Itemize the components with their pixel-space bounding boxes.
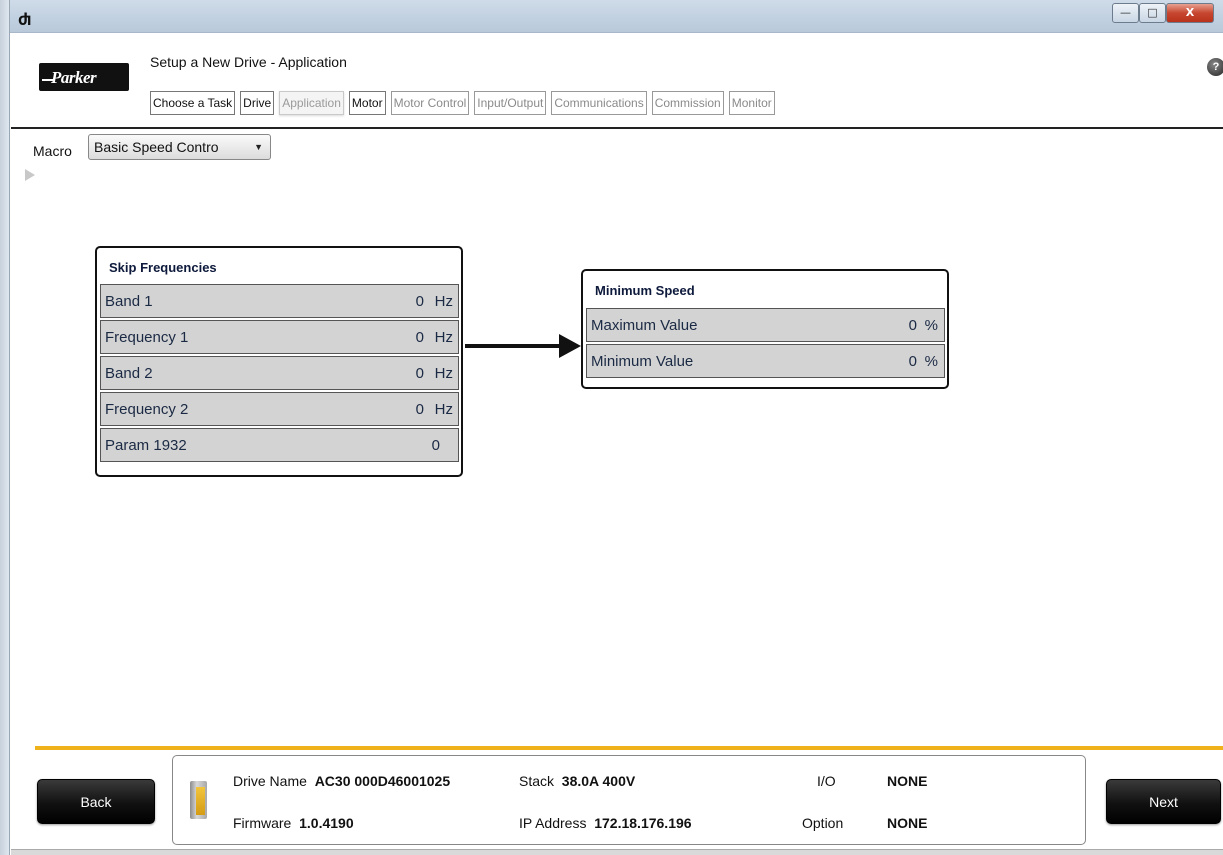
firmware-value: 1.0.4190 — [299, 815, 354, 831]
param-row-maximum-value[interactable]: Maximum Value 0 % — [586, 308, 945, 342]
window-frame-left — [0, 0, 10, 855]
option-value: NONE — [887, 815, 928, 831]
firmware-label: Firmware — [233, 815, 292, 831]
drive-info-panel: Drive Name AC30 000D46001025 Firmware 1.… — [172, 755, 1086, 845]
tab-drive[interactable]: Drive — [240, 91, 275, 115]
param-unit: Hz — [434, 329, 453, 346]
tab-motor-control[interactable]: Motor Control — [390, 91, 470, 115]
drive-icon-face — [196, 787, 205, 815]
drive-name-info: Drive Name AC30 000D46001025 — [233, 773, 450, 789]
tab-input-output[interactable]: Input/Output — [474, 91, 547, 115]
macro-label: Macro — [33, 143, 72, 159]
next-button[interactable]: Next — [1106, 779, 1221, 824]
drive-name-value: AC30 000D46001025 — [314, 773, 451, 789]
tab-communications[interactable]: Communications — [551, 91, 647, 115]
param-label: Band 1 — [105, 293, 153, 310]
page-title: Setup a New Drive - Application — [150, 54, 347, 70]
title-bar[interactable]: Ⴛ — □ X — [0, 0, 1223, 33]
app-logo-icon: Ⴛ — [18, 11, 32, 29]
param-label: Maximum Value — [591, 317, 698, 334]
stack-label: Stack — [519, 773, 555, 789]
param-unit: Hz — [434, 401, 453, 418]
side-expander-icon[interactable] — [25, 169, 35, 181]
option-label: Option — [802, 815, 844, 831]
app-window: Ⴛ — □ X Parker Setup a New Drive - Appli… — [0, 0, 1223, 855]
wizard-tabs: Choose a Task Drive Application Motor Mo… — [150, 91, 775, 117]
tab-application[interactable]: Application — [279, 91, 344, 115]
chevron-down-icon: ▼ — [254, 142, 263, 152]
param-unit: % — [924, 317, 938, 334]
param-row-band-1[interactable]: Band 1 0 Hz — [100, 284, 459, 318]
param-label: Band 2 — [105, 365, 153, 382]
footer-divider — [35, 746, 1223, 750]
minimize-button[interactable]: — — [1112, 3, 1139, 23]
minimum-speed-title: Minimum Speed — [595, 283, 695, 298]
minimum-speed-block[interactable]: Minimum Speed Maximum Value 0 % Minimum … — [581, 269, 949, 389]
header-divider — [11, 127, 1223, 129]
param-row-frequency-2[interactable]: Frequency 2 0 Hz — [100, 392, 459, 426]
param-value: 0 — [415, 293, 424, 310]
maximize-button[interactable]: □ — [1139, 3, 1166, 23]
param-label: Minimum Value — [591, 353, 694, 370]
param-row-frequency-1[interactable]: Frequency 1 0 Hz — [100, 320, 459, 354]
ip-address-label: IP Address — [519, 815, 587, 831]
window-frame-bottom — [11, 849, 1223, 855]
param-value: 0 — [415, 329, 424, 346]
tab-commission[interactable]: Commission — [651, 91, 724, 115]
param-value: 0 — [431, 437, 440, 454]
skip-frequencies-block[interactable]: Skip Frequencies Band 1 0 Hz Frequency 1… — [95, 246, 463, 477]
param-value: 0 — [415, 365, 424, 382]
main-content: Parker Setup a New Drive - Application ?… — [11, 34, 1223, 855]
back-button[interactable]: Back — [37, 779, 155, 824]
param-value: 0 — [908, 353, 917, 370]
param-row-param-1932[interactable]: Param 1932 0 — [100, 428, 459, 462]
ip-address-info: IP Address 172.18.176.196 — [519, 815, 692, 831]
help-icon[interactable]: ? — [1207, 58, 1223, 76]
param-row-minimum-value[interactable]: Minimum Value 0 % — [586, 344, 945, 378]
drive-name-label: Drive Name — [233, 773, 307, 789]
skip-frequencies-title: Skip Frequencies — [109, 260, 217, 275]
io-value: NONE — [887, 773, 928, 789]
tab-choose-a-task[interactable]: Choose a Task — [150, 91, 236, 115]
param-label: Frequency 2 — [105, 401, 189, 418]
connector-line — [465, 344, 563, 348]
param-row-band-2[interactable]: Band 2 0 Hz — [100, 356, 459, 390]
param-value: 0 — [908, 317, 917, 334]
param-unit: Hz — [434, 293, 453, 310]
param-unit: % — [924, 353, 938, 370]
macro-dropdown[interactable]: Basic Speed Contro ▼ — [88, 134, 271, 160]
arrow-right-icon — [559, 334, 581, 358]
param-label: Param 1932 — [105, 437, 187, 454]
tab-motor[interactable]: Motor — [348, 91, 386, 115]
ip-address-value: 172.18.176.196 — [594, 815, 692, 831]
firmware-info: Firmware 1.0.4190 — [233, 815, 354, 831]
io-label: I/O — [817, 773, 836, 789]
stack-value: 38.0A 400V — [561, 773, 636, 789]
logo-text: Parker — [51, 68, 97, 87]
close-button[interactable]: X — [1166, 3, 1214, 23]
macro-selected-value: Basic Speed Contro — [94, 139, 219, 155]
param-label: Frequency 1 — [105, 329, 189, 346]
tab-monitor[interactable]: Monitor — [728, 91, 775, 115]
param-unit: Hz — [434, 365, 453, 382]
param-value: 0 — [415, 401, 424, 418]
stack-info: Stack 38.0A 400V — [519, 773, 635, 789]
